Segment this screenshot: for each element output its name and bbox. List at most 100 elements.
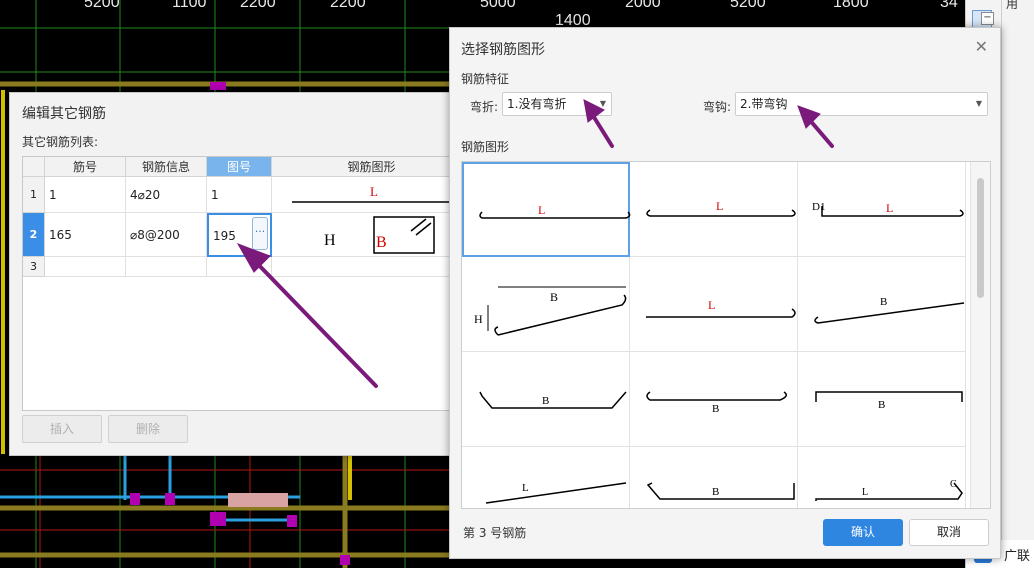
shape-label: L [522, 482, 529, 494]
figure-label-h: H [324, 232, 336, 249]
cell-shape-no[interactable] [207, 257, 272, 277]
bend-label: 弯折: [470, 100, 499, 114]
figure-label: L [370, 184, 378, 199]
rebar-figure-straight: L [292, 184, 452, 203]
shape-figure: B [815, 391, 963, 411]
insert-button[interactable]: 插入 [22, 415, 102, 443]
shape-label: B [878, 399, 885, 411]
shape-label: C [950, 479, 957, 490]
shape-label: B [712, 403, 719, 415]
shape-tile[interactable]: B [630, 352, 798, 447]
shape-label: L [538, 203, 545, 217]
status-text: 第 3 号钢筋 [463, 526, 527, 540]
shape-tile[interactable]: L C [798, 447, 966, 508]
delete-button[interactable]: 删除 [108, 415, 188, 443]
panel-header-text: 用 [1006, 0, 1019, 11]
ruler-label: 5200 [84, 0, 120, 11]
ruler-label: 1800 [833, 0, 869, 11]
rebar-list-label: 其它钢筋列表: [22, 135, 99, 149]
cancel-button[interactable]: 取消 [909, 519, 989, 546]
shape-tile[interactable]: L [630, 162, 798, 257]
shape-tile[interactable]: D1 L [798, 162, 966, 257]
shape-tile[interactable]: B [798, 352, 966, 447]
ruler-label: 2200 [330, 0, 366, 11]
shape-gallery: L L D1 L B H L B B B B L B L C [461, 161, 991, 509]
row-number[interactable]: 2 [23, 213, 45, 257]
shape-figure: L [479, 203, 631, 219]
bend-select[interactable]: 1.没有弯折 ▼ [502, 92, 612, 116]
shape-label: L [886, 201, 893, 215]
corner-header [23, 157, 45, 177]
dialog-title: 选择钢筋图形 [461, 42, 545, 58]
shape-tile[interactable]: L [630, 257, 798, 352]
shape-figure: L C [815, 479, 963, 501]
cell-bar-no[interactable]: 165 [45, 213, 126, 257]
shape-figure: B [814, 296, 965, 324]
shape-tile[interactable]: L [462, 447, 630, 508]
shape-figure: B [479, 391, 627, 409]
column-header-bar-no[interactable]: 筋号 [45, 157, 126, 177]
hook-value: 2.带弯钩 [740, 97, 788, 111]
rebar-table: 筋号 钢筋信息 图号 钢筋图形 1 1 4⌀20 1 L 2 165 ⌀8@20… [22, 156, 452, 411]
cell-figure[interactable]: H B [272, 213, 452, 257]
ruler-label: 34 [940, 0, 958, 11]
edit-other-rebar-dialog: 编辑其它钢筋 其它钢筋列表: 筋号 钢筋信息 图号 钢筋图形 1 1 4⌀20 … [9, 92, 453, 456]
dialog-title: 编辑其它钢筋 [22, 106, 106, 122]
shape-tile[interactable]: L [462, 162, 631, 257]
shape-label: L [862, 487, 868, 498]
shape-label: L [716, 199, 723, 213]
cell-bar-no[interactable]: 1 [45, 177, 126, 213]
shape-tile[interactable]: B [630, 447, 798, 508]
shape-figure: B [646, 482, 795, 500]
shape-label: L [708, 298, 715, 312]
hook-select[interactable]: 2.带弯钩 ▼ [735, 92, 988, 116]
browse-shape-button[interactable]: ··· [252, 217, 268, 250]
shape-figure: D1 L [812, 201, 964, 217]
shape-figure: L [646, 199, 796, 217]
row-number[interactable]: 1 [23, 177, 45, 213]
ruler-label: 1100 [172, 0, 207, 11]
shape-label: H [474, 312, 483, 326]
shape-tile[interactable]: B H [462, 257, 630, 352]
collapse-icon[interactable]: − [981, 12, 994, 25]
shape-tile[interactable]: B [798, 257, 966, 352]
select-rebar-shape-dialog: 选择钢筋图形 ✕ 钢筋特征 弯折: 1.没有弯折 ▼ 弯钩: 2.带弯钩 ▼ 钢… [449, 27, 1001, 559]
column-header-shape-no[interactable]: 图号 [207, 157, 272, 177]
shape-label: B [550, 290, 558, 304]
bend-value: 1.没有弯折 [507, 97, 567, 111]
scrollbar-thumb[interactable] [977, 178, 984, 298]
shape-figure: B [646, 391, 787, 415]
cell-info[interactable]: 4⌀20 [126, 177, 207, 213]
cell-info[interactable]: ⌀8@200 [126, 213, 207, 257]
figure-label-b: B [376, 234, 387, 251]
cell-shape-no[interactable]: 1 [207, 177, 272, 213]
shape-figure: L [646, 298, 796, 318]
confirm-button[interactable]: 确认 [823, 519, 903, 546]
ruler-label: 5000 [480, 0, 516, 11]
ruler-label: 2000 [625, 0, 661, 11]
chevron-down-icon: ▼ [599, 99, 606, 108]
ruler-label: 2200 [240, 0, 276, 11]
cell-shape-no-editing[interactable]: 195 ··· [207, 213, 272, 257]
hook-label: 弯钩: [703, 100, 732, 114]
cell-figure[interactable] [272, 257, 452, 277]
shape-label: B [880, 296, 887, 308]
shape-tile[interactable]: B [462, 352, 630, 447]
cell-bar-no[interactable] [45, 257, 126, 277]
close-icon[interactable]: ✕ [975, 37, 988, 56]
column-header-info[interactable]: 钢筋信息 [126, 157, 207, 177]
gallery-scrollbar[interactable] [970, 162, 990, 508]
shape-figure: B H [474, 286, 627, 336]
cell-figure[interactable]: L [272, 177, 452, 213]
ruler-label: 5200 [730, 0, 766, 11]
shape-label: B [542, 395, 549, 407]
shape-label: D1 [812, 201, 825, 213]
row-number[interactable]: 3 [23, 257, 45, 277]
shape-section-label: 钢筋图形 [461, 140, 510, 154]
brand-text: 广联 [1004, 549, 1031, 564]
cell-info[interactable] [126, 257, 207, 277]
column-header-figure[interactable]: 钢筋图形 [272, 157, 452, 177]
shape-label: B [712, 486, 719, 498]
feature-section-label: 钢筋特征 [461, 72, 510, 86]
panel-divider [1001, 0, 1002, 568]
